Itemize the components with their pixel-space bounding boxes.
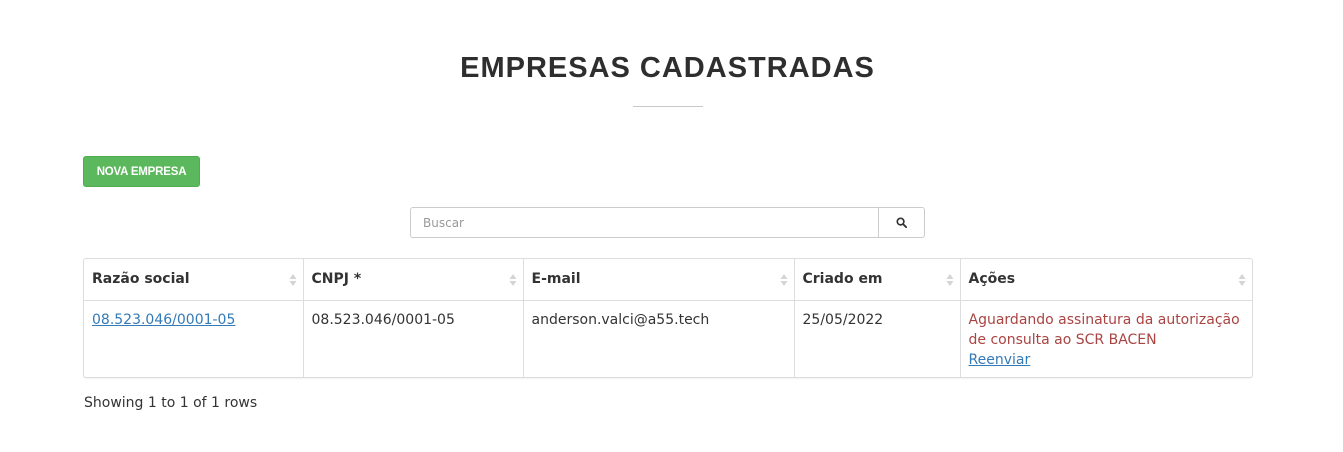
sort-icon: [1238, 274, 1246, 286]
companies-table-container: Razão social CNPJ * E-mail Criado em Açõ…: [83, 258, 1253, 378]
search-bar: [410, 207, 925, 238]
column-header-email[interactable]: E-mail: [523, 259, 795, 301]
new-company-button[interactable]: NOVA EMPRESA: [83, 156, 200, 187]
search-icon: [896, 217, 907, 228]
sort-icon: [780, 274, 787, 286]
column-header-cnpj[interactable]: CNPJ *: [303, 259, 524, 301]
cell-razao-social: 08.523.046/0001-05: [84, 300, 304, 377]
resend-link[interactable]: Reenviar: [969, 352, 1031, 368]
search-input[interactable]: [410, 207, 878, 238]
search-button[interactable]: [878, 207, 925, 238]
cell-email: anderson.valci@a55.tech: [523, 300, 795, 377]
sort-icon: [509, 274, 516, 286]
sort-icon: [946, 274, 953, 286]
companies-table: Razão social CNPJ * E-mail Criado em Açõ…: [84, 259, 1252, 377]
column-header-razao-social[interactable]: Razão social: [84, 259, 304, 301]
cell-acoes: Aguardando assinatura da autorização de …: [960, 300, 1252, 377]
authorization-status-text: Aguardando assinatura da autorização de …: [968, 311, 1240, 348]
table-row: 08.523.046/0001-05 08.523.046/0001-05 an…: [84, 300, 1252, 377]
title-divider: [633, 106, 703, 107]
page-title: EMPRESAS CADASTRADAS: [460, 52, 875, 84]
cell-criado-em: 25/05/2022: [794, 300, 961, 377]
sort-icon: [289, 274, 296, 286]
company-link[interactable]: 08.523.046/0001-05: [92, 312, 235, 328]
column-header-acoes[interactable]: Ações: [960, 259, 1252, 301]
column-header-criado-em[interactable]: Criado em: [794, 259, 961, 301]
table-header-row: Razão social CNPJ * E-mail Criado em Açõ…: [84, 259, 1252, 301]
pagination-summary: Showing 1 to 1 of 1 rows: [84, 395, 258, 411]
cell-cnpj: 08.523.046/0001-05: [303, 300, 524, 377]
